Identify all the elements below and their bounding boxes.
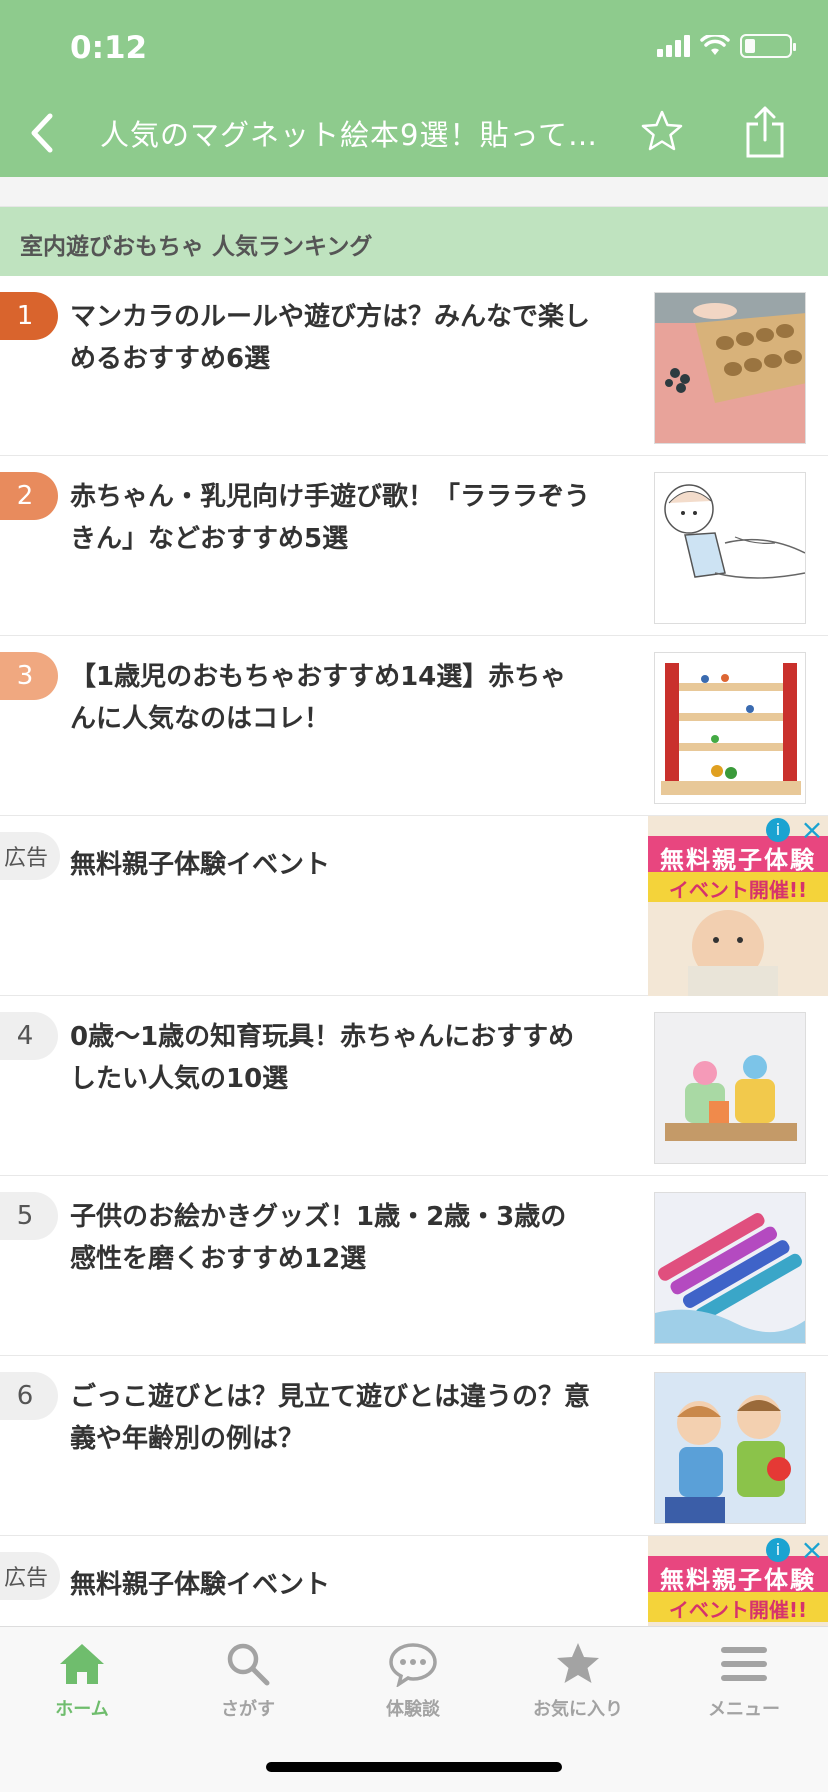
menu-icon (721, 1647, 767, 1681)
rank-badge: 2 (0, 472, 58, 520)
list-item[interactable]: 5 子供のお絵かきグッズ！1歳・2歳・3歳の感性を磨くおすすめ12選 (0, 1176, 828, 1356)
tab-label: 体験談 (386, 1699, 440, 1720)
rank-badge: 3 (0, 652, 58, 700)
article-title[interactable]: 赤ちゃん・乳児向け手遊び歌！「ラララぞうきん」などおすすめ5選 (70, 476, 590, 560)
tab-label: ホーム (55, 1699, 109, 1720)
list-item[interactable]: 1 マンカラのルールや遊び方は？みんなで楽しめるおすすめ6選 (0, 276, 828, 456)
list-item[interactable]: 2 赤ちゃん・乳児向け手遊び歌！「ラララぞうきん」などおすすめ5選 (0, 456, 828, 636)
nav-title: 人気のマグネット絵本9選！貼って… (100, 118, 599, 152)
ad-info-icon[interactable]: i (766, 818, 790, 842)
favorite-star-icon[interactable] (638, 108, 686, 156)
ad-badge: 広告 (0, 832, 60, 880)
rank-badge: 4 (0, 1012, 58, 1060)
signal-icon (657, 35, 690, 57)
chat-bubble-icon (389, 1643, 437, 1687)
tab-label: お気に入り (533, 1699, 623, 1720)
ad-banner-bottom-text: イベント開催!! (668, 1598, 808, 1622)
section-header: 室内遊びおもちゃ 人気ランキング (0, 206, 828, 276)
tab-menu[interactable]: メニュー (674, 1641, 814, 1741)
educational-toy-thumbnail[interactable] (654, 1012, 806, 1164)
crayons-thumbnail[interactable] (654, 1192, 806, 1344)
ad-banner[interactable]: 無料親子体験 イベント開催!! i × (648, 816, 828, 996)
home-indicator[interactable] (266, 1762, 562, 1772)
ad-title[interactable]: 無料親子体験イベント (70, 1564, 590, 1606)
article-title[interactable]: マンカラのルールや遊び方は？みんなで楽しめるおすすめ6選 (70, 296, 590, 380)
rank-badge: 1 (0, 292, 58, 340)
article-title[interactable]: 子供のお絵かきグッズ！1歳・2歳・3歳の感性を磨くおすすめ12選 (70, 1196, 590, 1280)
article-title[interactable]: 【1歳児のおもちゃおすすめ14選】赤ちゃんに人気なのはコレ！ (70, 656, 590, 740)
ad-close-icon[interactable]: × (798, 1536, 826, 1564)
mancala-thumbnail[interactable] (654, 292, 806, 444)
tab-home[interactable]: ホーム (12, 1641, 152, 1741)
header: 0:12 人気のマグネット絵本9選！貼って… (0, 0, 828, 177)
tab-stories[interactable]: 体験談 (343, 1641, 483, 1741)
ad-item[interactable]: 広告 無料親子体験イベント 無料親子体験 イベント開催!! i × (0, 816, 828, 996)
slope-toy-thumbnail[interactable] (654, 652, 806, 804)
wifi-icon (700, 35, 730, 55)
list-item[interactable]: 3 【1歳児のおもちゃおすすめ14選】赤ちゃんに人気なのはコレ！ (0, 636, 828, 816)
share-icon[interactable] (742, 104, 788, 160)
status-icons (657, 34, 796, 58)
tab-search[interactable]: さがす (178, 1641, 318, 1741)
article-title[interactable]: ごっこ遊びとは？見立て遊びとは違うの？意義や年齢別の例は？ (70, 1376, 590, 1460)
ad-info-icon[interactable]: i (766, 1538, 790, 1562)
ad-badge: 広告 (0, 1552, 60, 1600)
baby-illustration-thumbnail[interactable] (654, 472, 806, 624)
star-icon (557, 1643, 599, 1683)
rank-badge: 5 (0, 1192, 58, 1240)
header-spacer (0, 177, 828, 206)
battery-icon (740, 34, 796, 58)
list-item[interactable]: 4 0歳〜1歳の知育玩具！赤ちゃんにおすすめしたい人気の10選 (0, 996, 828, 1176)
tab-label: メニュー (708, 1699, 780, 1720)
ad-banner-bottom-text: イベント開催!! (668, 878, 808, 902)
tab-label: さがす (221, 1699, 275, 1720)
article-title[interactable]: 0歳〜1歳の知育玩具！赤ちゃんにおすすめしたい人気の10選 (70, 1016, 590, 1100)
ranking-list: 1 マンカラのルールや遊び方は？みんなで楽しめるおすすめ6選 2 赤ちゃん・乳児… (0, 276, 828, 1716)
status-time: 0:12 (70, 30, 148, 66)
list-item[interactable]: 6 ごっこ遊びとは？見立て遊びとは違うの？意義や年齢別の例は？ (0, 1356, 828, 1536)
search-icon (227, 1643, 270, 1686)
rank-badge: 6 (0, 1372, 58, 1420)
ad-close-icon[interactable]: × (798, 816, 826, 844)
ad-title[interactable]: 無料親子体験イベント (70, 844, 590, 886)
back-icon[interactable] (22, 108, 62, 158)
app-screen: 0:12 人気のマグネット絵本9選！貼って… 室内遊びおもちゃ 人気ランキング (0, 0, 828, 1792)
tab-favorites[interactable]: お気に入り (508, 1641, 648, 1741)
section-title: 室内遊びおもちゃ 人気ランキング (20, 234, 373, 260)
kids-playing-thumbnail[interactable] (654, 1372, 806, 1524)
home-icon (60, 1644, 104, 1684)
